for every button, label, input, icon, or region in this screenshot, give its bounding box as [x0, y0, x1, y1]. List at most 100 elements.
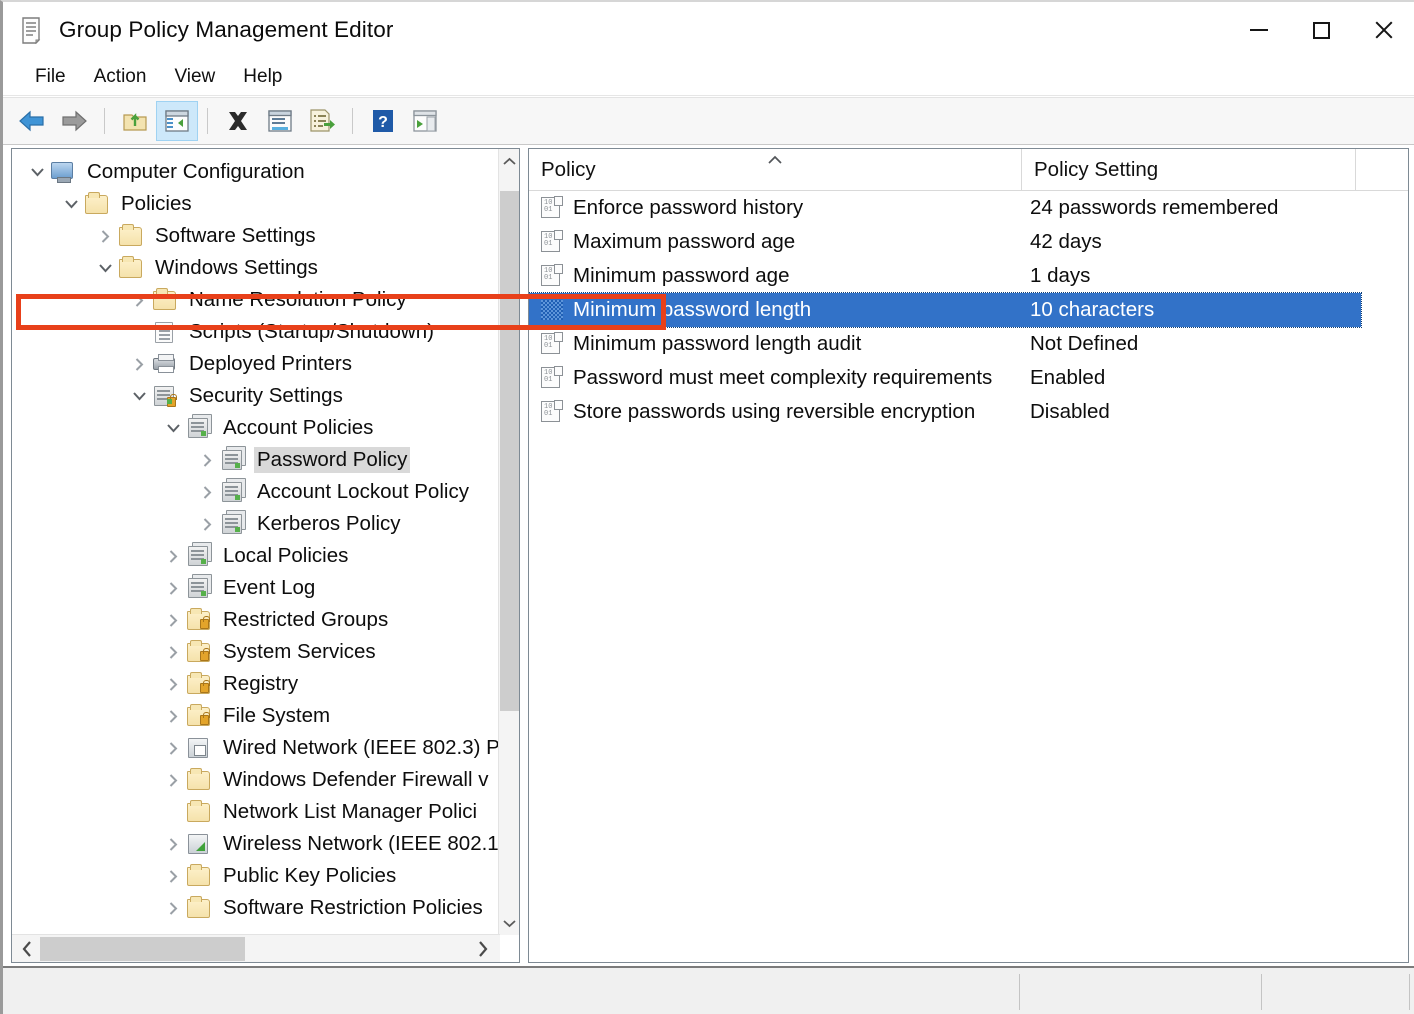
table-row[interactable]: 10 01 Store passwords using reversible enc… [529, 395, 1408, 429]
policy-setting-icon: 10 01 [541, 366, 563, 389]
minimize-button[interactable] [1228, 2, 1290, 58]
table-row[interactable]: 10 01 Minimum password age 1 days [529, 259, 1408, 293]
chevron-right-icon[interactable] [160, 773, 186, 788]
policy-list[interactable]: 10 01 Enforce password history 24 passwords… [529, 191, 1408, 962]
console-tree[interactable]: Computer Configuration Policies Software S… [12, 149, 500, 935]
folder-icon [186, 896, 212, 920]
tree-node-wired-network-ieee-802-3-p[interactable]: Wired Network (IEEE 802.3) P [12, 732, 500, 764]
tree-node-label: Wireless Network (IEEE 802.1 [223, 832, 499, 855]
policy-setting-icon: 10 01 [541, 332, 563, 355]
tree-horizontal-scrollbar[interactable] [12, 934, 500, 962]
help-icon[interactable]: ? [362, 101, 404, 141]
delete-icon[interactable] [217, 101, 259, 141]
chevron-right-icon[interactable] [160, 869, 186, 884]
tree-scroll-thumb[interactable] [500, 191, 519, 711]
chevron-down-icon[interactable] [160, 423, 186, 433]
chevron-down-icon[interactable] [126, 391, 152, 401]
tree-node-file-system[interactable]: File System [12, 700, 500, 732]
chevron-right-icon[interactable] [160, 581, 186, 596]
chevron-right-icon[interactable] [160, 709, 186, 724]
tree-node-label: File System [223, 704, 331, 727]
tree-node-security-settings[interactable]: Security Settings [12, 380, 500, 412]
wired-network-icon [186, 736, 212, 760]
chevron-right-icon[interactable] [126, 357, 152, 372]
column-header-extra[interactable] [1355, 149, 1408, 191]
maximize-button[interactable] [1290, 2, 1352, 58]
chevron-right-icon[interactable] [126, 293, 152, 308]
show-hide-console-tree-icon[interactable] [156, 101, 198, 141]
policy-setting-icon [541, 298, 563, 321]
menu-help[interactable]: Help [229, 64, 296, 90]
table-row[interactable]: 10 01 Maximum password age 42 days [529, 225, 1408, 259]
forward-icon[interactable] [53, 101, 95, 141]
chevron-right-icon[interactable] [160, 741, 186, 756]
tree-node-network-list-manager-polici[interactable]: Network List Manager Polici [12, 796, 500, 828]
scroll-right-icon[interactable] [470, 935, 496, 962]
tree-node-event-log[interactable]: Event Log [12, 572, 500, 604]
tree-node-software-restriction-policies[interactable]: Software Restriction Policies [12, 892, 500, 924]
tree-node-kerberos-policy[interactable]: Kerberos Policy [12, 508, 500, 540]
tree-node-system-services[interactable]: System Services [12, 636, 500, 668]
tree-node-windows-settings[interactable]: Windows Settings [12, 252, 500, 284]
tree-node-public-key-policies[interactable]: Public Key Policies [12, 860, 500, 892]
tree-node-password-policy[interactable]: Password Policy [12, 444, 500, 476]
server-icon [186, 544, 212, 568]
computer-icon [50, 160, 76, 184]
chevron-down-icon[interactable] [92, 263, 118, 273]
tree-node-label: Wired Network (IEEE 802.3) P [223, 736, 500, 759]
tree-node-registry[interactable]: Registry [12, 668, 500, 700]
menu-action[interactable]: Action [80, 64, 161, 90]
menu-file[interactable]: File [21, 64, 80, 90]
column-header-policy[interactable]: Policy [529, 149, 1021, 191]
chevron-right-icon[interactable] [160, 613, 186, 628]
close-button[interactable] [1352, 2, 1414, 58]
menu-view[interactable]: View [160, 64, 229, 90]
tree-node-scripts-startup-shutdown[interactable]: Scripts (Startup/Shutdown) [12, 316, 500, 348]
table-row[interactable]: Minimum password length 10 characters [529, 292, 1362, 328]
tree-node-windows-defender-firewall[interactable]: Windows Defender Firewall ᴠ [12, 764, 500, 796]
status-divider-1 [1019, 974, 1020, 1010]
back-icon[interactable] [11, 101, 53, 141]
chevron-right-icon[interactable] [160, 901, 186, 916]
tree-hscroll-thumb[interactable] [40, 937, 245, 961]
policy-setting-value: Disabled [1030, 400, 1110, 423]
chevron-right-icon[interactable] [160, 549, 186, 564]
status-divider-3 [1409, 974, 1410, 1010]
up-one-level-icon[interactable] [114, 101, 156, 141]
tree-node-restricted-groups[interactable]: Restricted Groups [12, 604, 500, 636]
tree-node-computer-configuration[interactable]: Computer Configuration [12, 156, 500, 188]
chevron-down-icon[interactable] [58, 199, 84, 209]
table-row[interactable]: 10 01 Minimum password length audit Not Def… [529, 327, 1408, 361]
table-row[interactable]: 10 01 Enforce password history 24 passwords… [529, 191, 1408, 225]
chevron-right-icon[interactable] [160, 645, 186, 660]
chevron-down-icon[interactable] [24, 167, 50, 177]
properties-icon[interactable] [259, 101, 301, 141]
chevron-right-icon[interactable] [160, 837, 186, 852]
policy-name: Minimum password age [573, 264, 790, 287]
tree-node-account-policies[interactable]: Account Policies [12, 412, 500, 444]
svg-text:?: ? [378, 114, 388, 131]
chevron-right-icon[interactable] [194, 485, 220, 500]
toolbar: ? [3, 97, 1414, 145]
tree-vertical-scrollbar[interactable] [498, 149, 519, 935]
chevron-right-icon[interactable] [160, 677, 186, 692]
tree-node-software-settings[interactable]: Software Settings [12, 220, 500, 252]
tree-node-account-lockout-policy[interactable]: Account Lockout Policy [12, 476, 500, 508]
chevron-right-icon[interactable] [194, 453, 220, 468]
scroll-left-icon[interactable] [14, 935, 40, 962]
tree-node-wireless-network-ieee-802-1[interactable]: Wireless Network (IEEE 802.1 [12, 828, 500, 860]
export-list-icon[interactable] [301, 101, 343, 141]
tree-node-local-policies[interactable]: Local Policies [12, 540, 500, 572]
tree-node-policies[interactable]: Policies [12, 188, 500, 220]
chevron-right-icon[interactable] [92, 229, 118, 244]
tree-node-label: Event Log [223, 576, 316, 599]
show-hide-action-pane-icon[interactable] [404, 101, 446, 141]
column-header-policy-setting[interactable]: Policy Setting [1021, 149, 1355, 191]
table-row[interactable]: 10 01 Password must meet complexity requir… [529, 361, 1408, 395]
console-tree-pane: Computer Configuration Policies Software S… [11, 148, 520, 963]
tree-node-deployed-printers[interactable]: Deployed Printers [12, 348, 500, 380]
scroll-down-icon[interactable] [499, 911, 519, 935]
chevron-right-icon[interactable] [194, 517, 220, 532]
tree-node-name-resolution-policy[interactable]: Name Resolution Policy [12, 284, 500, 316]
scroll-up-icon[interactable] [499, 149, 519, 173]
